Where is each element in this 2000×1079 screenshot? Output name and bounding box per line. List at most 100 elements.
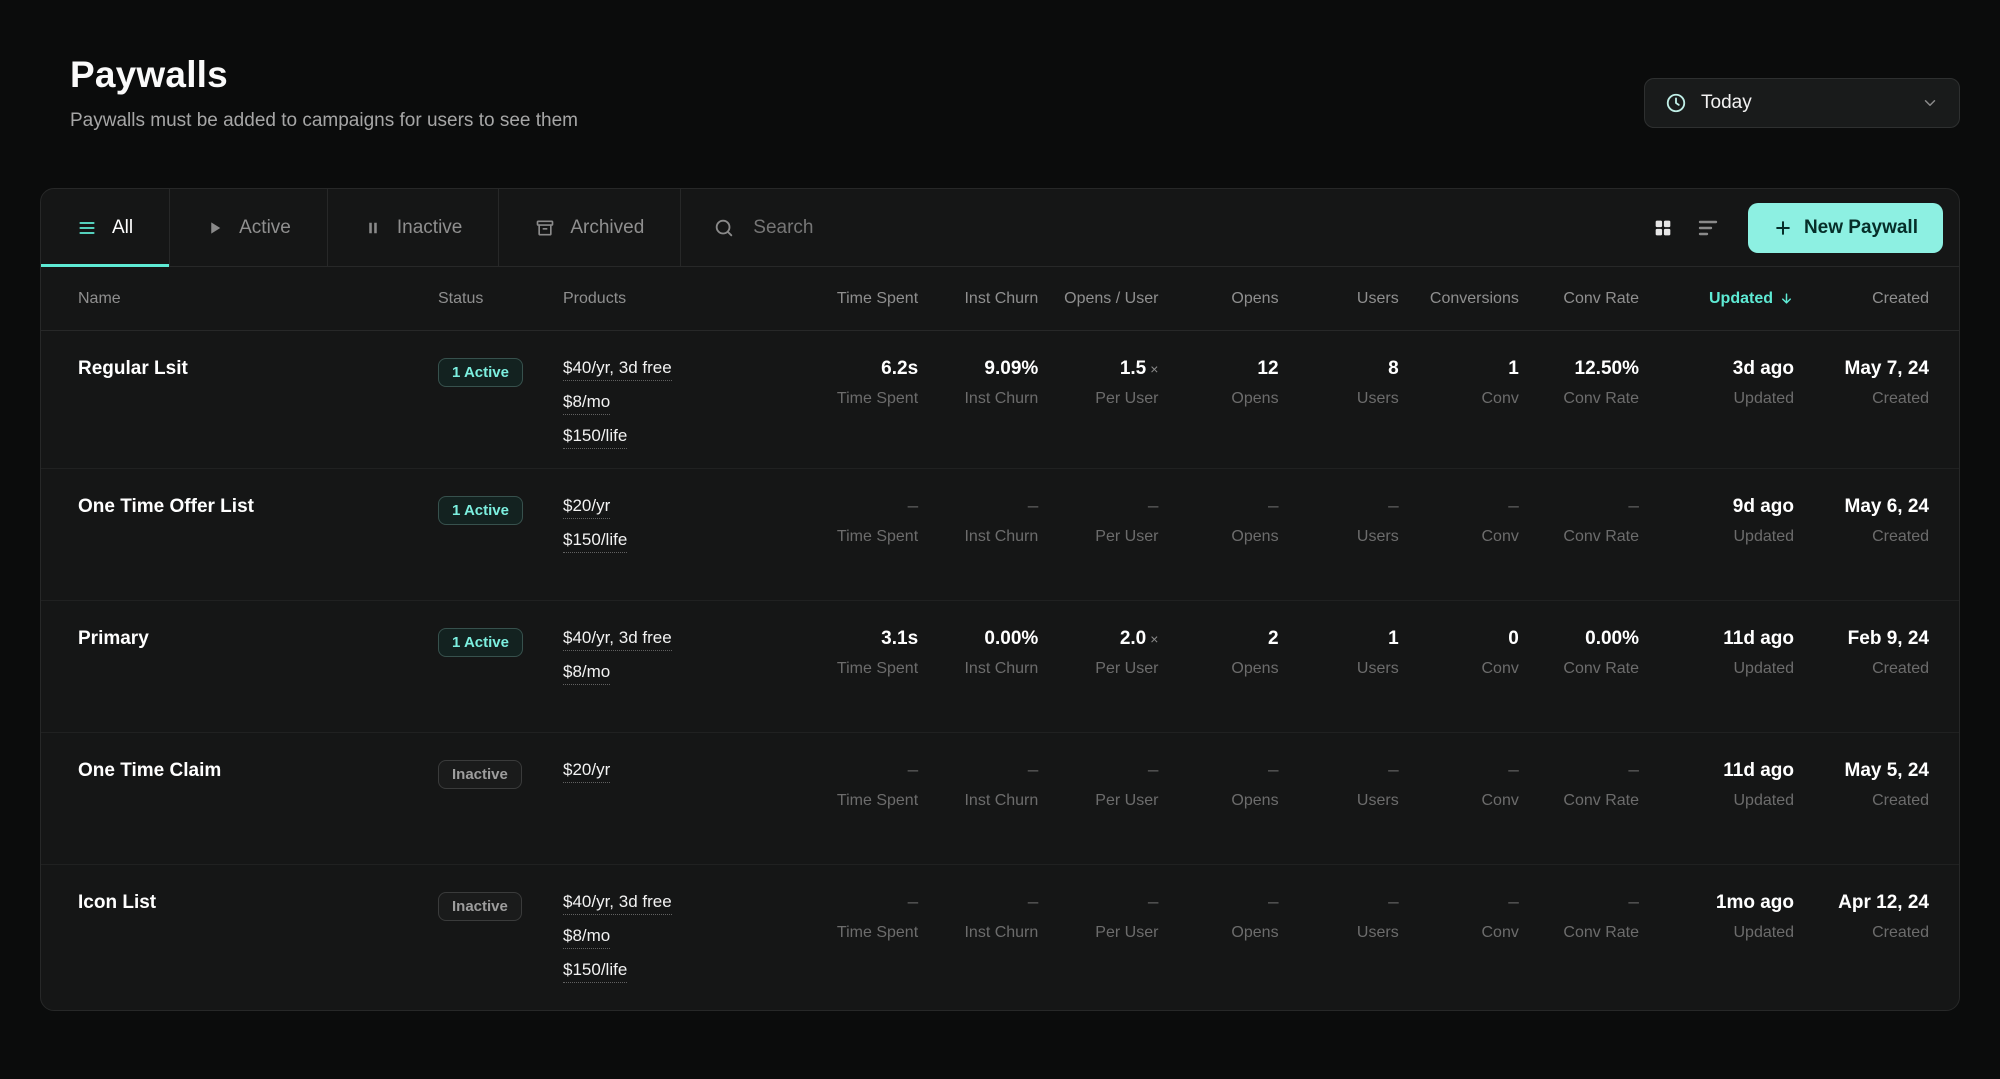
product-item[interactable]: $40/yr, 3d free [563,628,798,648]
metric-value: 11d ago [1639,760,1794,782]
column-header-created[interactable]: Created [1794,290,1929,308]
metric-value: 2.0× [1038,628,1158,650]
paywall-name: Icon List [78,892,156,913]
metric-users: – Users [1279,760,1399,842]
column-header-conversions[interactable]: Conversions [1399,290,1519,308]
paywall-name: Primary [78,628,149,649]
status-badge: 1 Active [438,628,523,657]
search-input[interactable] [751,216,1620,240]
table-row[interactable]: One Time Claim Inactive $20/yr – Time Spe… [41,733,1959,865]
metric-value: 1mo ago [1639,892,1794,914]
product-item[interactable]: $8/mo [563,662,798,682]
column-header-updated[interactable]: Updated [1639,290,1794,308]
table-row[interactable]: Primary 1 Active $40/yr, 3d free$8/mo 3.… [41,601,1959,733]
metric-sublabel: Conv Rate [1519,924,1639,942]
product-item[interactable]: $40/yr, 3d free [563,892,798,912]
products-list: $40/yr, 3d free $8/mo $150/life [563,892,798,980]
page: Paywalls Paywalls must be added to campa… [0,0,2000,1011]
product-item[interactable]: $150/life [563,426,798,446]
column-header-products[interactable]: Products [563,290,798,308]
list-view-button[interactable] [1696,216,1720,240]
metric-value: 8 [1279,358,1399,380]
metric-value: – [798,760,918,782]
metric-opens_per_user: –Per User [1038,496,1158,578]
metric-sublabel: Updated [1639,528,1794,546]
date-filter-dropdown[interactable]: Today [1644,78,1960,128]
metric-sublabel: Conv [1399,792,1519,810]
plus-icon [1773,218,1793,238]
multiplier-suffix: × [1150,631,1158,647]
product-item[interactable]: $20/yr [563,760,798,780]
play-icon [206,219,224,237]
metric-sublabel: Conv [1399,924,1519,942]
tab-active[interactable]: Active [170,189,328,266]
column-header-inst-churn[interactable]: Inst Churn [918,290,1038,308]
metric-sublabel: Users [1279,660,1399,678]
metric-sublabel: Created [1794,390,1929,408]
new-paywall-button[interactable]: New Paywall [1748,203,1943,253]
view-toggles [1652,189,1748,266]
metric-time_spent: –Time Spent [798,496,918,578]
table-row[interactable]: One Time Offer List 1 Active $20/yr$150/… [41,469,1959,601]
metric-value: – [1279,760,1399,782]
metric-opens: 2Opens [1158,628,1278,710]
metric-value: 2 [1158,628,1278,650]
paywall-name: One Time Claim [78,760,221,781]
column-header-time-spent[interactable]: Time Spent [798,290,918,308]
metric-conversions: –Conv [1399,892,1519,980]
column-header-opens-user[interactable]: Opens / User [1038,290,1158,308]
metric-created: Feb 9, 24Created [1794,628,1929,710]
column-header-users[interactable]: Users [1279,290,1399,308]
metric-value: 12 [1158,358,1278,380]
metric-value: 9.09% [918,358,1038,380]
metric-sublabel: Conv [1399,660,1519,678]
metric-value: – [1158,496,1278,518]
metric-value: – [918,496,1038,518]
product-item[interactable]: $150/life [563,960,798,980]
metric-opens: 12Opens [1158,358,1278,446]
metric-conv_rate: –Conv Rate [1519,496,1639,578]
metric-opens_per_user: –Per User [1038,760,1158,842]
status-cell: 1 Active [438,628,563,710]
products-list: $40/yr, 3d free $8/mo [563,628,798,710]
table-row[interactable]: Icon List Inactive $40/yr, 3d free$8/mo$… [41,865,1959,1002]
metric-value: 0.00% [918,628,1038,650]
toolbar: All Active Inactive Archived [41,189,1959,267]
page-subtitle: Paywalls must be added to campaigns for … [70,110,578,132]
metric-sublabel: Conv Rate [1519,528,1639,546]
metric-value: – [1519,892,1639,914]
product-item[interactable]: $8/mo [563,392,798,412]
menu-icon [77,218,97,238]
metric-value: – [1399,496,1519,518]
product-item[interactable]: $8/mo [563,926,798,946]
column-header-opens[interactable]: Opens [1158,290,1278,308]
metric-users: –Users [1279,496,1399,578]
metric-value: Feb 9, 24 [1794,628,1929,650]
metric-sublabel: Time Spent [798,390,918,408]
tab-all[interactable]: All [41,189,170,266]
metric-sublabel: Per User [1038,924,1158,942]
metric-sublabel: Conv [1399,528,1519,546]
metric-sublabel: Users [1279,792,1399,810]
metric-users: 1Users [1279,628,1399,710]
column-header-status[interactable]: Status [438,290,563,308]
metric-sublabel: Inst Churn [918,924,1038,942]
column-header-name[interactable]: Name [78,290,438,308]
tab-archived[interactable]: Archived [499,189,681,266]
tab-inactive[interactable]: Inactive [328,189,499,266]
grid-view-button[interactable] [1652,217,1674,239]
status-cell: Inactive [438,760,563,842]
metric-sublabel: Time Spent [798,792,918,810]
column-header-conv-rate[interactable]: Conv Rate [1519,290,1639,308]
metric-sublabel: Conv Rate [1519,390,1639,408]
product-item[interactable]: $20/yr [563,496,798,516]
table-row[interactable]: Regular Lsit 1 Active $40/yr, 3d free$8/… [41,331,1959,469]
metric-inst_churn: –Inst Churn [918,760,1038,842]
chevron-down-icon [1921,94,1939,112]
paywalls-panel: All Active Inactive Archived [40,188,1960,1011]
product-item[interactable]: $150/life [563,530,798,550]
metric-created: May 6, 24Created [1794,496,1929,578]
metric-conversions: 1Conv [1399,358,1519,446]
product-item[interactable]: $40/yr, 3d free [563,358,798,378]
metric-conversions: –Conv [1399,760,1519,842]
